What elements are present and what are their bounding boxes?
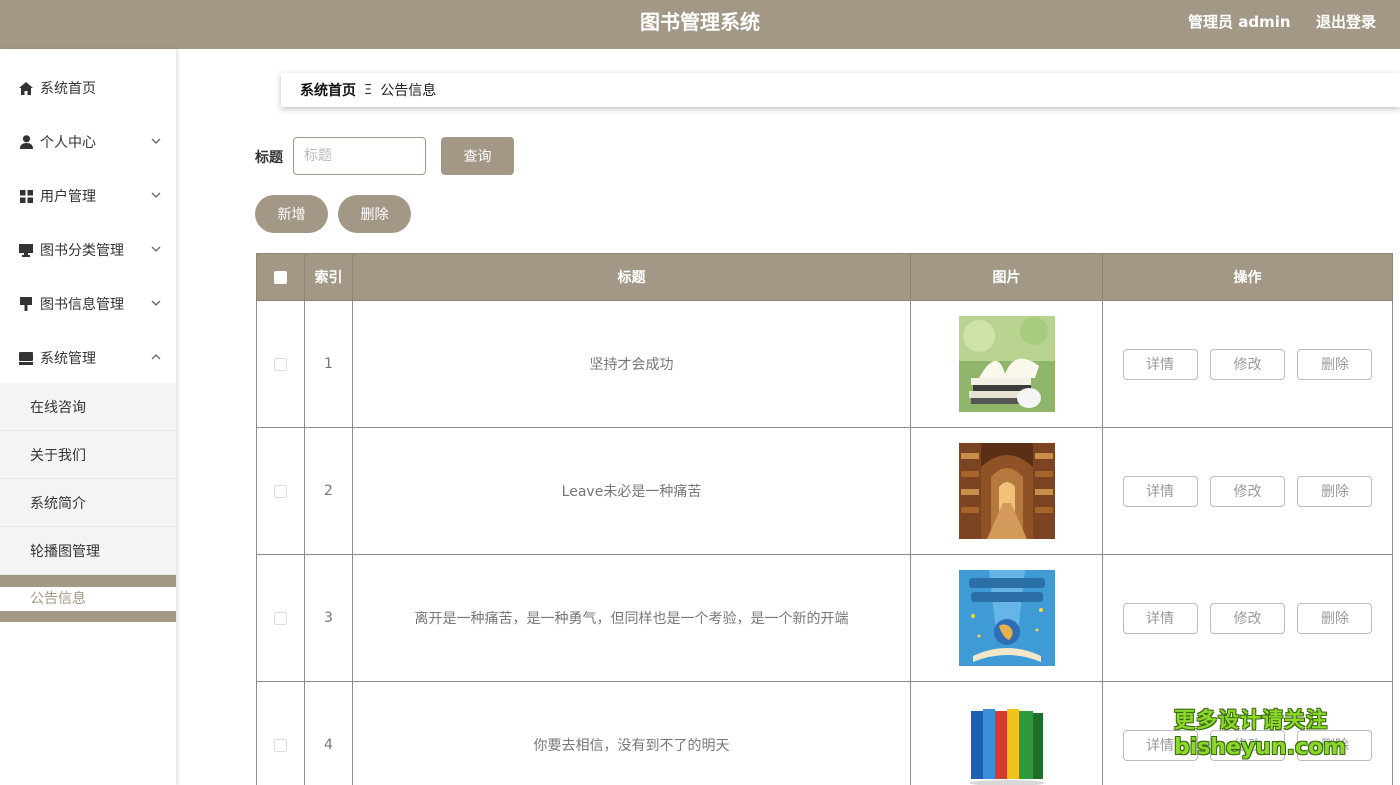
breadcrumb-separator-icon: Ξ: [364, 82, 373, 98]
row-checkbox[interactable]: [274, 738, 287, 752]
inbox-icon: [18, 350, 34, 366]
sidebar-item-home[interactable]: 系统首页: [0, 61, 176, 115]
row-select-cell: [256, 681, 305, 785]
row-select-cell: [256, 554, 305, 682]
detail-button[interactable]: 详情: [1122, 602, 1198, 634]
column-header-title: 标题: [352, 253, 911, 301]
row-title: 坚持才会成功: [352, 300, 911, 428]
row-delete-button[interactable]: 删除: [1297, 602, 1373, 634]
table-row: 2 Leave未必是一种痛苦 详情 修改 删除: [256, 427, 1393, 555]
row-actions: 详情 修改 删除: [1102, 427, 1393, 555]
column-header-actions: 操作: [1102, 253, 1393, 301]
row-title: 离开是一种痛苦，是一种勇气，但同样也是一个考验，是一个新的开端: [352, 554, 911, 682]
row-image-cell: [910, 554, 1103, 682]
home-icon: [18, 80, 34, 96]
sidebar-item-book-category[interactable]: 图书分类管理: [0, 223, 176, 277]
edit-button[interactable]: 修改: [1210, 602, 1285, 634]
row-index: 3: [304, 554, 353, 682]
column-header-image: 图片: [910, 253, 1103, 301]
header-select-all[interactable]: [256, 253, 305, 301]
row-title: Leave未必是一种痛苦: [352, 427, 911, 555]
add-button[interactable]: 新增: [255, 195, 328, 233]
row-title: 你要去相信，没有到不了的明天: [352, 681, 911, 785]
row-index: 4: [304, 681, 353, 785]
colored-books-thumbnail[interactable]: [958, 697, 1055, 785]
row-actions: 详情 修改 删除: [1102, 300, 1393, 428]
sidebar-item-system[interactable]: 系统管理: [0, 331, 176, 385]
breadcrumb: 系统首页 Ξ 公告信息: [281, 73, 1400, 107]
watermark-line2: bisheyun.com: [1174, 735, 1347, 760]
top-header: 图书管理系统 管理员 admin 退出登录: [0, 0, 1400, 49]
chevron-up-icon: [151, 354, 161, 360]
search-label: 标题: [255, 150, 283, 166]
row-image-cell: [910, 300, 1103, 428]
row-image-cell: [910, 681, 1103, 785]
batch-delete-button[interactable]: 删除: [338, 195, 411, 233]
chevron-down-icon: [151, 246, 161, 252]
sidebar-item-users[interactable]: 用户管理: [0, 169, 176, 223]
submenu-item-notice-label: 公告信息: [0, 587, 176, 611]
book-world-poster-thumbnail[interactable]: [958, 570, 1055, 666]
sidebar: 系统首页 个人中心 用户管理 图书分类管理 图书信息管理 系统管理 在线咨询 关…: [0, 49, 176, 785]
column-header-index: 索引: [304, 253, 353, 301]
monitor-icon: [18, 242, 34, 258]
library-photo-thumbnail[interactable]: [958, 443, 1055, 539]
row-image-cell: [910, 427, 1103, 555]
row-select-cell: [256, 427, 305, 555]
table-row: 1 坚持才会成功 详情 修改 删除: [256, 300, 1393, 428]
table-header-row: 索引 标题 图片 操作: [256, 253, 1393, 301]
row-index: 1: [304, 300, 353, 428]
breadcrumb-home[interactable]: 系统首页: [300, 80, 356, 100]
chevron-down-icon: [151, 138, 161, 144]
sidebar-item-book-info[interactable]: 图书信息管理: [0, 277, 176, 331]
row-select-cell: [256, 300, 305, 428]
brush-icon: [18, 296, 34, 312]
sidebar-item-personal[interactable]: 个人中心: [0, 115, 176, 169]
breadcrumb-current: 公告信息: [380, 83, 437, 99]
user-label: 管理员 admin: [1188, 13, 1291, 31]
watermark-line1: 更多设计请关注: [1174, 708, 1328, 732]
row-delete-button[interactable]: 删除: [1297, 348, 1373, 380]
table-row: 3 离开是一种痛苦，是一种勇气，但同样也是一个考验，是一个新的开端 详情 修改 …: [256, 554, 1393, 682]
row-index: 2: [304, 427, 353, 555]
row-actions: 详情 修改 删除: [1102, 554, 1393, 682]
submenu-item-about[interactable]: 关于我们: [0, 431, 176, 479]
submenu-item-consult[interactable]: 在线咨询: [0, 383, 176, 431]
chevron-down-icon: [151, 300, 161, 306]
sidebar-item-label: 图书信息管理: [40, 297, 124, 313]
sidebar-item-label: 系统管理: [40, 351, 96, 367]
search-input[interactable]: [293, 137, 426, 175]
submenu-item-carousel[interactable]: 轮播图管理: [0, 527, 176, 575]
submenu-item-notice[interactable]: 公告信息: [0, 575, 176, 622]
submenu-item-intro[interactable]: 系统简介: [0, 479, 176, 527]
row-checkbox[interactable]: [274, 357, 287, 371]
chevron-down-icon: [151, 192, 161, 198]
detail-button[interactable]: 详情: [1122, 475, 1198, 507]
user-icon: [18, 134, 34, 150]
edit-button[interactable]: 修改: [1210, 475, 1285, 507]
row-delete-button[interactable]: 删除: [1297, 475, 1373, 507]
row-checkbox[interactable]: [274, 484, 287, 498]
logout-link[interactable]: 退出登录: [1316, 0, 1376, 44]
sidebar-item-label: 系统首页: [40, 81, 96, 97]
grid-icon: [18, 188, 34, 204]
system-submenu: 在线咨询 关于我们 系统简介 轮播图管理: [0, 383, 176, 575]
row-checkbox[interactable]: [274, 611, 287, 625]
select-all-checkbox[interactable]: [274, 270, 287, 284]
detail-button[interactable]: 详情: [1122, 348, 1198, 380]
query-button[interactable]: 查询: [441, 137, 514, 175]
book-photo-thumbnail[interactable]: [958, 316, 1055, 412]
edit-button[interactable]: 修改: [1210, 348, 1285, 380]
watermark: 更多设计请关注 bisheyun.com: [1174, 706, 1347, 762]
sidebar-item-label: 图书分类管理: [40, 243, 124, 259]
sidebar-item-label: 用户管理: [40, 189, 96, 205]
sidebar-item-label: 个人中心: [40, 135, 96, 151]
